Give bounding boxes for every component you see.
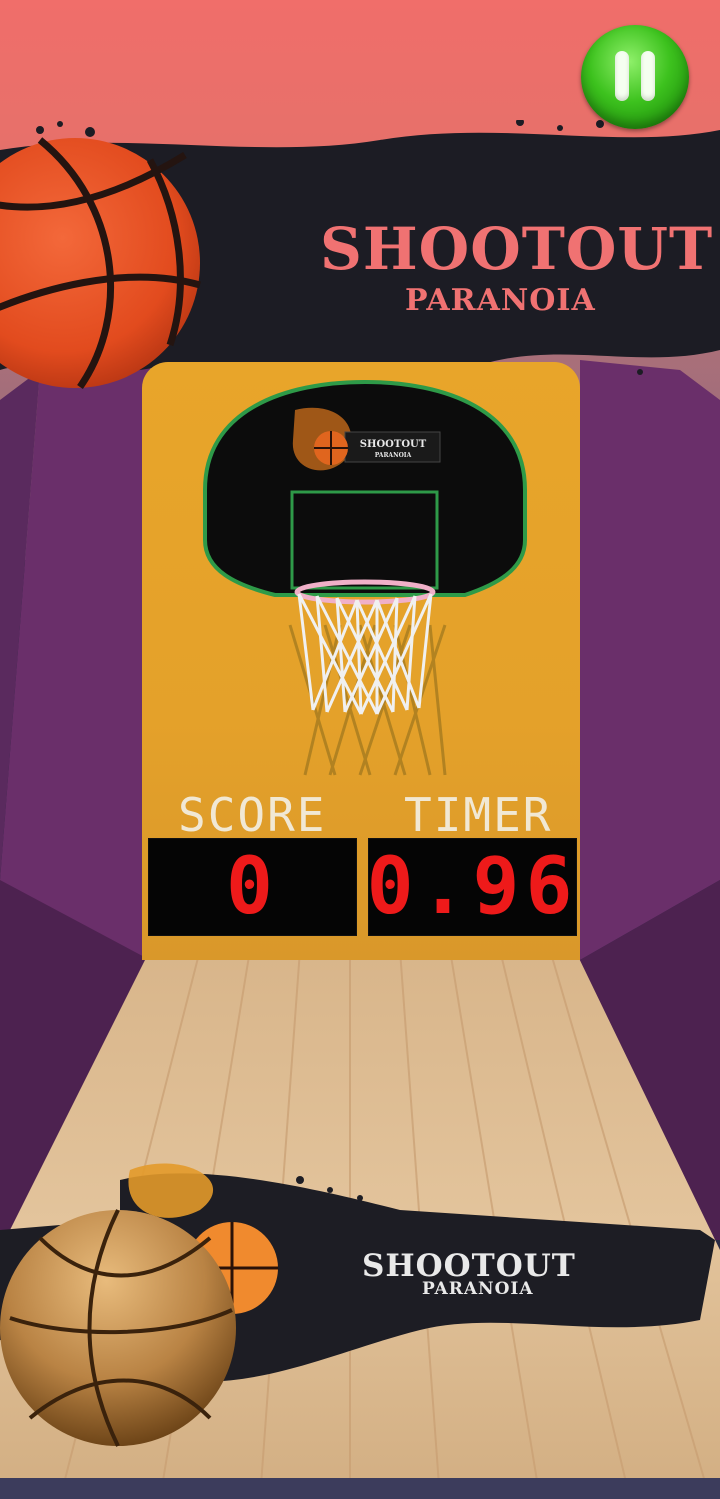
pause-button[interactable] — [581, 25, 689, 129]
timer-value: 0.96 — [366, 842, 579, 932]
pause-icon — [615, 51, 629, 101]
score-value: 0 — [226, 842, 279, 932]
backboard-logo-subtitle: PARANOIA — [375, 452, 412, 459]
backboard-logo-title: SHOOTOUT — [360, 439, 427, 450]
game-subtitle: PARANOIA — [405, 283, 596, 318]
basketball-icon — [0, 137, 201, 389]
bottom-strip — [0, 1478, 720, 1499]
timer-display: 0.96 — [366, 838, 579, 936]
score-label: SCORE — [178, 788, 327, 842]
game-title: SHOOTOUT — [320, 215, 714, 283]
basketball-hoop: SHOOTOUT PARANOIA — [203, 380, 527, 776]
bottom-banner-subtitle: PARANOIA — [422, 1279, 534, 1299]
shooting-ball[interactable] — [0, 1198, 236, 1456]
timer-label: TIMER — [404, 788, 553, 842]
score-display: 0 — [148, 838, 357, 936]
